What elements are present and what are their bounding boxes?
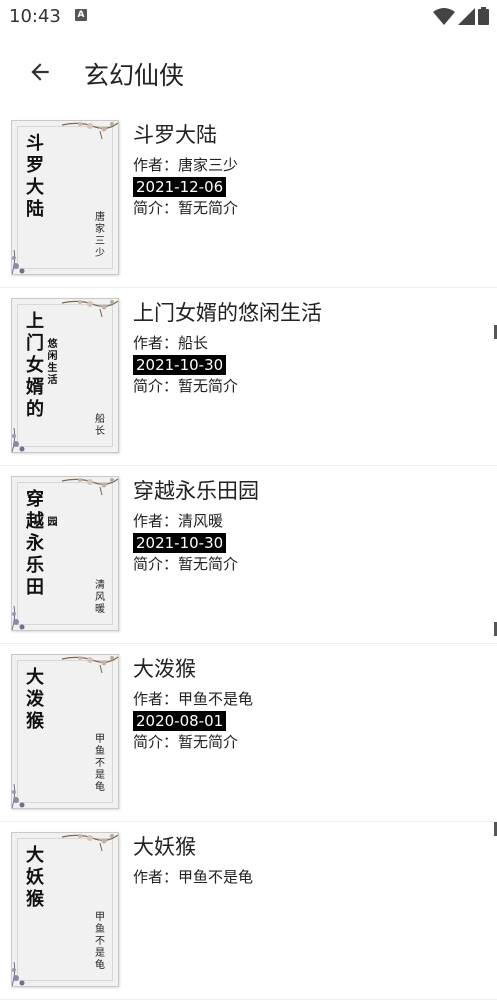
cover-author: 清风暖 — [95, 580, 105, 615]
book-list-item[interactable]: 大泼猴 甲鱼不是龟 大泼猴 作者：甲鱼不是龟 2020-08-01 简介：暂无简介 — [0, 644, 497, 822]
book-info: 斗罗大陆作者：唐家三少 2021-12-06 简介：暂无简介 — [133, 122, 238, 218]
book-list[interactable]: 斗罗大陆 唐家三少 斗罗大陆 作者：唐家三少 2021-12-06 简介：暂无简介 上门女婿… — [0, 110, 497, 1000]
floral-ornament-icon — [61, 656, 118, 674]
book-intro: 简介：暂无简介 — [133, 377, 239, 395]
book-info: 穿越永乐田园作者：清风暖 2021-10-30 简介：暂无简介 — [133, 478, 259, 574]
book-cover: 大泼猴甲鱼不是龟 — [11, 654, 119, 809]
book-date: 2020-08-01 — [133, 711, 227, 731]
signal-icon — [458, 7, 475, 25]
book-author: 作者：船长 — [133, 334, 209, 352]
status-icons — [433, 7, 489, 25]
book-cover: 大妖猴甲鱼不是龟 — [11, 832, 119, 987]
book-date: 2021-10-30 — [133, 355, 227, 375]
book-author: 作者：唐家三少 — [133, 156, 239, 174]
arrow-left-icon — [31, 63, 49, 81]
book-cover: 上门女婿的 悠闲生活船长 — [11, 298, 119, 453]
book-intro: 简介：暂无简介 — [133, 733, 239, 751]
floral-ornament-icon — [61, 478, 118, 496]
floral-ornament-icon — [61, 834, 118, 852]
book-info: 上门女婿的悠闲生活作者：船长 2021-10-30 简介：暂无简介 — [133, 300, 322, 396]
page-title: 玄幻仙侠 — [84, 61, 185, 90]
floral-ornament-icon — [12, 961, 25, 986]
book-list-item[interactable]: 穿越永乐田园清风暖 穿越永乐田园 作者：清风暖 2021-10-30 简介：暂无简介 — [0, 466, 497, 644]
wifi-icon — [433, 7, 455, 25]
book-title: 大泼猴 — [133, 657, 196, 681]
book-list-item[interactable]: 大妖猴 甲鱼不是龟 大妖猴 作者：甲鱼不是龟 — [0, 822, 497, 1000]
battery-icon — [478, 7, 489, 25]
cover-title-small: 悠闲生活 — [47, 339, 58, 386]
cover-title: 穿越永乐田 — [26, 489, 44, 598]
book-author: 作者：甲鱼不是龟 — [133, 690, 254, 708]
cover-title: 大妖猴 — [26, 845, 44, 910]
cover-author: 唐家三少 — [95, 212, 105, 259]
book-intro: 简介：暂无简介 — [133, 199, 239, 217]
book-list-item[interactable]: 上门女婿的 悠闲生活 船长 上门女婿的悠闲生活 作者：船长 2021-10-30 简介：暂无… — [0, 288, 497, 466]
status-bar: 10:43 A — [0, 0, 497, 34]
app-bar: 玄幻仙侠 — [0, 34, 497, 110]
cover-title: 斗罗大陆 — [26, 133, 44, 220]
cover-author: 船长 — [95, 414, 105, 437]
book-info: 大泼猴作者：甲鱼不是龟 2020-08-01 简介：暂无简介 — [133, 656, 253, 752]
back-button[interactable] — [20, 52, 60, 92]
floral-ornament-icon — [61, 122, 118, 140]
floral-ornament-icon — [61, 300, 118, 318]
book-title: 大妖猴 — [133, 835, 196, 859]
cover-author: 甲鱼不是龟 — [95, 734, 105, 793]
notification-icon: A — [75, 9, 87, 21]
book-title: 穿越永乐田园 — [133, 479, 259, 503]
book-intro: 简介：暂无简介 — [133, 555, 239, 573]
cover-title: 上门女婿的 — [26, 311, 44, 420]
floral-ornament-icon — [12, 783, 25, 808]
book-date: 2021-12-06 — [133, 177, 227, 197]
book-cover: 斗罗大陆唐家三少 — [11, 120, 119, 275]
book-title: 上门女婿的悠闲生活 — [133, 301, 322, 325]
book-author: 作者：清风暖 — [133, 512, 224, 530]
cover-title: 大泼猴 — [26, 667, 44, 732]
floral-ornament-icon — [12, 249, 25, 274]
book-author: 作者：甲鱼不是龟 — [133, 868, 254, 886]
cover-author: 甲鱼不是龟 — [95, 912, 105, 971]
status-time: 10:43 — [9, 6, 61, 27]
cover-title-small: 园 — [47, 517, 58, 528]
book-info: 大妖猴作者：甲鱼不是龟 — [133, 834, 253, 887]
book-date: 2021-10-30 — [133, 533, 227, 553]
book-cover: 穿越永乐田园清风暖 — [11, 476, 119, 631]
book-title: 斗罗大陆 — [133, 123, 217, 147]
book-list-item[interactable]: 斗罗大陆 唐家三少 斗罗大陆 作者：唐家三少 2021-12-06 简介：暂无简介 — [0, 110, 497, 288]
